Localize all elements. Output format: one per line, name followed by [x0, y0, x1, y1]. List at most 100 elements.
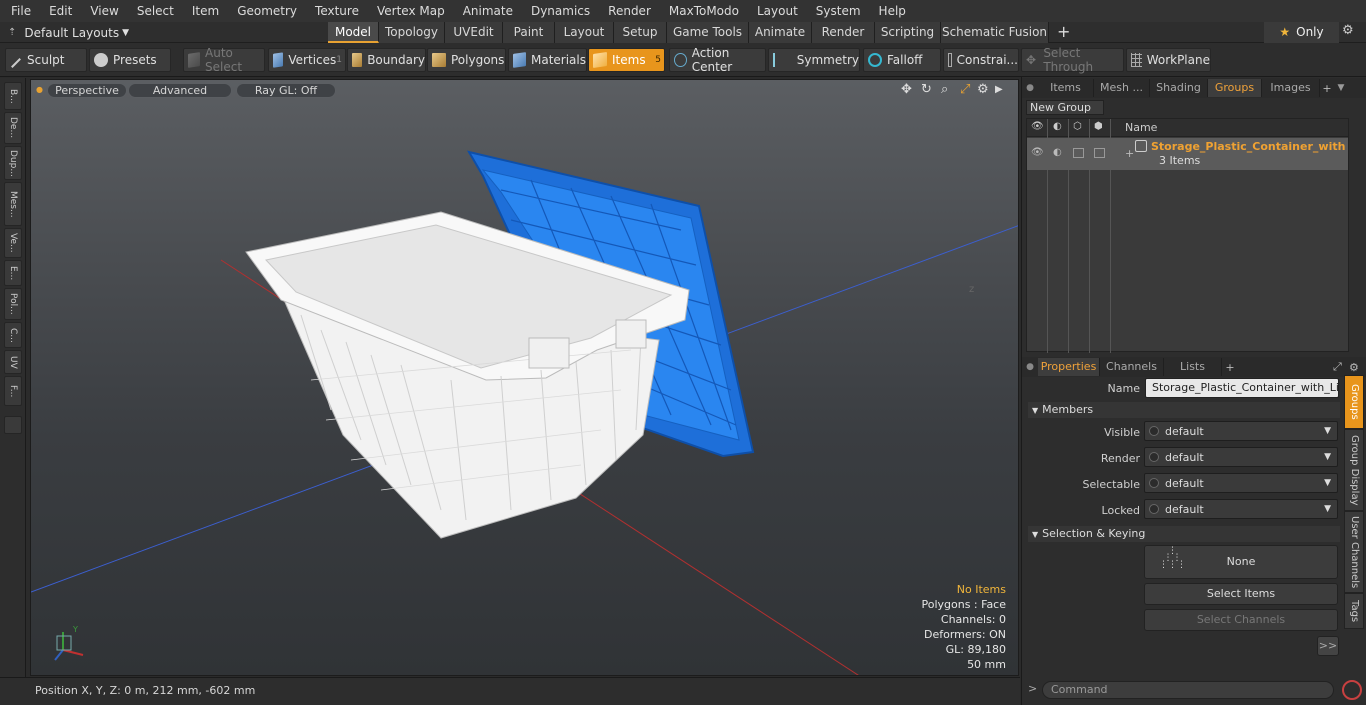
menu-render[interactable]: Render: [597, 0, 658, 22]
auto-select-button[interactable]: Auto Select: [183, 46, 265, 74]
selectable-dropdown[interactable]: default ▼: [1144, 473, 1338, 493]
select-through-button[interactable]: ✥ Select Through: [1021, 46, 1124, 74]
workplane-button[interactable]: WorkPlane: [1126, 48, 1211, 72]
add-tab-icon[interactable]: +: [1057, 22, 1070, 42]
tab-channels[interactable]: Channels: [1100, 358, 1164, 376]
render-dropdown[interactable]: default ▼: [1144, 447, 1338, 467]
tab-properties[interactable]: Properties: [1038, 358, 1100, 376]
left-tab-vertex[interactable]: Ve...: [4, 228, 22, 258]
action-center-button[interactable]: Action Center: [669, 46, 766, 74]
left-tab-duplicate[interactable]: Dup...: [4, 146, 22, 180]
tab-paint[interactable]: Paint: [503, 22, 555, 43]
group-row[interactable]: 👁 ◐ + Storage_Plastic_Container_with... …: [1027, 138, 1348, 170]
tab-scripting[interactable]: Scripting: [875, 22, 941, 43]
only-toggle[interactable]: ★ Only: [1264, 22, 1339, 43]
tab-lists[interactable]: Lists: [1164, 358, 1222, 376]
left-tab-curve[interactable]: C...: [4, 322, 22, 348]
side-tab-groups[interactable]: Groups: [1344, 375, 1364, 429]
move-view-icon[interactable]: ✥: [901, 82, 912, 97]
symmetry-button[interactable]: Symmetry: [768, 48, 860, 72]
tab-layout[interactable]: Layout: [555, 22, 614, 43]
menu-animate[interactable]: Animate: [452, 0, 520, 22]
materials-button[interactable]: Materials: [508, 48, 587, 72]
record-macro-icon[interactable]: [1342, 680, 1362, 700]
expand-panel-icon[interactable]: ⤢: [1333, 360, 1349, 374]
visible-dropdown[interactable]: default ▼: [1144, 421, 1338, 441]
rotate-view-icon[interactable]: ↻: [921, 82, 932, 97]
render-toggle-icon[interactable]: ◐: [1053, 147, 1062, 158]
menu-system[interactable]: System: [805, 0, 868, 22]
select-toggle[interactable]: [1094, 148, 1105, 158]
tab-mesh[interactable]: Mesh ...: [1094, 79, 1150, 97]
menu-geometry[interactable]: Geometry: [226, 0, 304, 22]
side-tab-user-channels[interactable]: User Channels: [1344, 511, 1364, 593]
menu-view[interactable]: View: [79, 0, 125, 22]
new-group-button[interactable]: New Group: [1026, 100, 1104, 115]
keying-none-button[interactable]: ⋮ ⋮⋮ ⋮⋮⋮ None: [1144, 545, 1338, 579]
menu-select[interactable]: Select: [126, 0, 181, 22]
left-tab-basic[interactable]: B...: [4, 82, 22, 110]
play-icon[interactable]: ▶: [995, 84, 1003, 95]
tab-groups[interactable]: Groups: [1208, 79, 1262, 97]
maximize-view-icon[interactable]: ⤢: [960, 82, 970, 97]
command-input[interactable]: Command: [1042, 681, 1334, 699]
panel-menu-icon[interactable]: ●: [1022, 83, 1038, 93]
chevron-down-icon[interactable]: ▼: [1334, 83, 1348, 93]
add-tab-icon[interactable]: +: [1320, 82, 1334, 95]
render-icon[interactable]: ◐: [1053, 121, 1062, 132]
tab-shading[interactable]: Shading: [1150, 79, 1208, 97]
layouts-dropdown[interactable]: ⇡ Default Layouts ▼: [0, 22, 180, 43]
boundary-button[interactable]: Boundary: [347, 48, 426, 72]
falloff-button[interactable]: Falloff: [863, 48, 941, 72]
lock-icon[interactable]: ⬡: [1073, 121, 1082, 132]
tab-model[interactable]: Model: [328, 22, 379, 43]
panel-menu-icon[interactable]: ●: [1022, 362, 1038, 372]
left-tab-uv[interactable]: UV: [4, 350, 22, 374]
sculpt-button[interactable]: Sculpt: [5, 48, 87, 72]
members-section[interactable]: ▼ Members: [1028, 402, 1340, 418]
tab-images[interactable]: Images: [1262, 79, 1320, 97]
side-tab-group-display[interactable]: Group Display: [1344, 429, 1364, 511]
tab-items[interactable]: Items: [1038, 79, 1094, 97]
tab-render[interactable]: Render: [812, 22, 875, 43]
vertices-button[interactable]: Vertices 1: [268, 48, 346, 72]
3d-viewport[interactable]: z Y ● Perspective Advanced Ray GL: Off ✥…: [30, 79, 1019, 676]
menu-dynamics[interactable]: Dynamics: [520, 0, 597, 22]
constraints-button[interactable]: Constrai...: [943, 48, 1019, 72]
lock-toggle[interactable]: [1073, 148, 1084, 158]
menu-file[interactable]: File: [0, 0, 38, 22]
name-field[interactable]: Storage_Plastic_Container_with_Lid (: [1145, 378, 1339, 398]
zoom-view-icon[interactable]: ⌕: [941, 82, 948, 97]
eye-icon[interactable]: 👁: [1031, 121, 1044, 132]
perspective-button[interactable]: Perspective: [47, 83, 127, 98]
select-channels-button[interactable]: Select Channels: [1144, 609, 1338, 631]
more-button[interactable]: >>: [1317, 636, 1339, 656]
left-tab-fusion[interactable]: F...: [4, 376, 22, 406]
viewport-settings-icon[interactable]: ⚙: [977, 82, 989, 97]
tab-schematic-fusion[interactable]: Schematic Fusion: [941, 22, 1049, 43]
gear-icon[interactable]: ⚙: [1342, 23, 1354, 38]
select-icon[interactable]: ⬢: [1094, 121, 1103, 132]
gear-icon[interactable]: ⚙: [1349, 361, 1366, 374]
items-button[interactable]: Items 5: [588, 48, 665, 72]
visible-toggle-icon[interactable]: 👁: [1031, 147, 1044, 158]
raygl-button[interactable]: Ray GL: Off: [236, 83, 336, 98]
tab-game-tools[interactable]: Game Tools: [667, 22, 749, 43]
menu-layout[interactable]: Layout: [746, 0, 805, 22]
viewport-menu-icon[interactable]: ●: [36, 85, 43, 94]
tab-uvedit[interactable]: UVEdit: [445, 22, 503, 43]
polygons-button[interactable]: Polygons: [427, 48, 506, 72]
add-tab-icon[interactable]: +: [1222, 361, 1238, 374]
left-tab-mesh[interactable]: Mes...: [4, 182, 22, 226]
menu-help[interactable]: Help: [868, 0, 913, 22]
left-tab-edge[interactable]: E...: [4, 260, 22, 286]
menu-edit[interactable]: Edit: [38, 0, 79, 22]
locked-dropdown[interactable]: default ▼: [1144, 499, 1338, 519]
selection-keying-section[interactable]: ▼ Selection & Keying: [1028, 526, 1340, 542]
menu-maxtomodo[interactable]: MaxToModo: [658, 0, 746, 22]
presets-button[interactable]: Presets: [89, 48, 171, 72]
tab-topology[interactable]: Topology: [379, 22, 445, 43]
menu-item[interactable]: Item: [181, 0, 226, 22]
left-tab-polygon[interactable]: Pol...: [4, 288, 22, 320]
left-tab-deform[interactable]: De...: [4, 112, 22, 144]
